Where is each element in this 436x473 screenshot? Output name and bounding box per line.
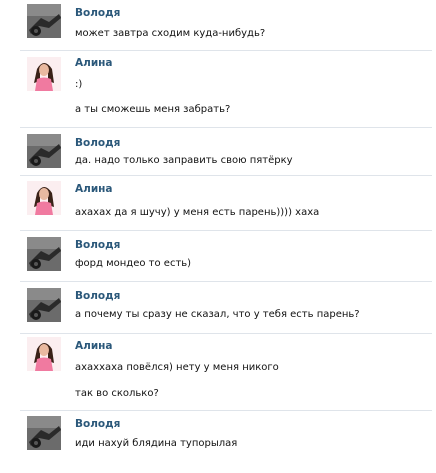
author-name[interactable]: Володя [75, 239, 120, 251]
author-name[interactable]: Володя [75, 290, 120, 302]
message-text: а ты сможешь меня забрать? [75, 104, 231, 115]
message-text: :) [75, 79, 83, 90]
avatar-volodya[interactable] [27, 4, 61, 38]
author-name[interactable]: Володя [75, 7, 120, 19]
message-text: а почему ты сразу не сказал, что у тебя … [75, 309, 360, 320]
message-text: может завтра сходим куда-нибудь? [75, 28, 266, 39]
author-name[interactable]: Алина [75, 340, 113, 352]
avatar-alina[interactable] [27, 337, 61, 371]
author-name[interactable]: Володя [75, 418, 120, 430]
divider [20, 281, 432, 282]
divider [20, 230, 432, 231]
divider [20, 50, 432, 51]
author-name[interactable]: Алина [75, 57, 113, 69]
author-name[interactable]: Алина [75, 183, 113, 195]
author-name[interactable]: Володя [75, 137, 120, 149]
divider [20, 175, 432, 176]
message-text: ахаххаха повёлся) нету у меня никого [75, 362, 279, 373]
avatar-volodya[interactable] [27, 134, 61, 168]
message-text: иди нахуй блядина тупорылая [75, 438, 238, 449]
message-text: ахахах да я шучу) у меня есть парень))))… [75, 207, 320, 218]
divider [20, 410, 432, 411]
message-text: форд мондео то есть) [75, 258, 192, 269]
divider [20, 333, 432, 334]
avatar-alina[interactable] [27, 57, 61, 91]
message-text: так во сколько? [75, 388, 159, 399]
message-text: да. надо только заправить свою пятёрку [75, 155, 293, 166]
avatar-volodya[interactable] [27, 416, 61, 450]
divider [20, 127, 432, 128]
avatar-volodya[interactable] [27, 288, 61, 322]
avatar-volodya[interactable] [27, 237, 61, 271]
chat-history: Володя может завтра сходим куда-нибудь? … [0, 0, 436, 473]
avatar-alina[interactable] [27, 181, 61, 215]
